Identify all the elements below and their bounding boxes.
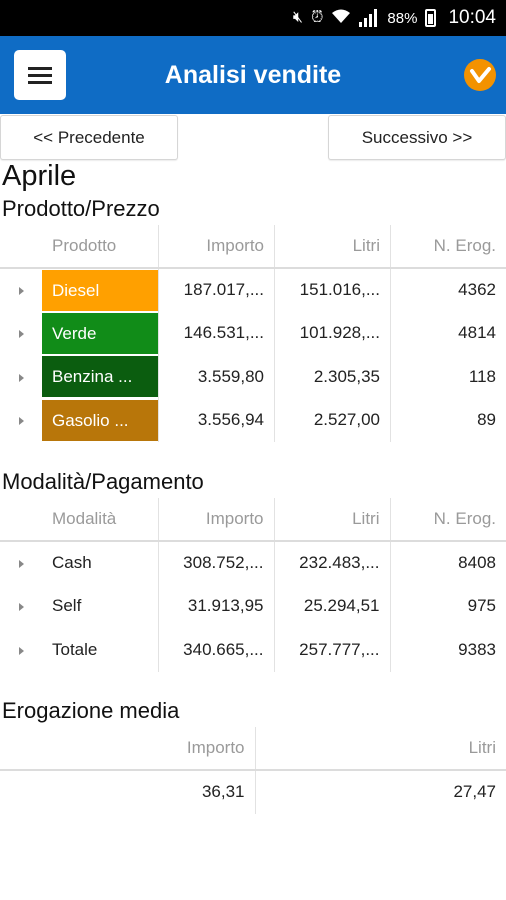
- expand-arrow-icon[interactable]: [0, 268, 42, 312]
- expand-arrow-icon[interactable]: [0, 541, 42, 585]
- expand-arrow-icon[interactable]: [0, 399, 42, 443]
- importo-cell: 36,31: [201, 782, 245, 802]
- litri-cell: 257.777,...: [273, 628, 390, 672]
- column-header-modalita: Modalità: [52, 509, 117, 528]
- modalita-cell: Cash: [52, 553, 92, 573]
- litri-cell: 151.016,...: [274, 268, 391, 312]
- erogazione-table: Importo Litri 36,31 27,47: [0, 727, 506, 814]
- litri-cell: 101.928,...: [274, 311, 391, 355]
- product-cell: Benzina ...: [42, 355, 159, 399]
- product-chip: Gasolio ...: [42, 399, 158, 441]
- nerog-cell: 118: [390, 355, 506, 399]
- product-cell: Gasolio ...: [42, 399, 159, 443]
- nerog-cell: 975: [389, 584, 506, 628]
- table-row[interactable]: Diesel 187.017,... 151.016,... 4362: [0, 268, 506, 312]
- period-title: Aprile: [2, 160, 77, 192]
- column-header-nerog: N. Erog.: [390, 225, 506, 268]
- column-header-nerog: N. Erog.: [389, 498, 506, 541]
- column-header-importo: Importo: [186, 738, 245, 757]
- table-row[interactable]: Verde 146.531,... 101.928,... 4814: [0, 311, 506, 356]
- table-row: 36,31 27,47: [0, 770, 506, 814]
- table-row[interactable]: Cash 308.752,... 232.483,... 8408: [0, 541, 506, 585]
- expand-arrow-icon[interactable]: [0, 628, 42, 672]
- section-title-erogazione: Erogazione media: [2, 698, 180, 723]
- column-header-litri: Litri: [273, 498, 390, 541]
- expand-arrow-icon[interactable]: [0, 355, 42, 399]
- section-title-modalita: Modalità/Pagamento: [2, 469, 204, 494]
- column-header-litri: Litri: [274, 225, 391, 268]
- modalita-table: Modalità Importo Litri N. Erog. Cash 308…: [0, 498, 506, 672]
- importo-cell: 187.017,...: [158, 268, 275, 312]
- importo-cell: 308.752,...: [157, 541, 274, 585]
- battery-icon: [425, 9, 437, 27]
- signal-icon: [359, 9, 379, 27]
- column-header-importo: Importo: [157, 498, 274, 541]
- modalita-cell: Self: [52, 596, 82, 616]
- column-header-prodotto: Prodotto: [52, 236, 117, 255]
- status-icons: 🔇︎ ⏰︎ 88% 10:04: [293, 0, 496, 36]
- importo-cell: 31.913,95: [157, 584, 274, 628]
- app-title: Analisi vendite: [164, 61, 342, 89]
- wifi-icon: [331, 8, 351, 29]
- product-chip: Verde: [42, 312, 158, 354]
- clock: 10:04: [448, 7, 496, 28]
- litri-cell: 25.294,51: [273, 584, 390, 628]
- product-chip: Diesel: [42, 269, 158, 311]
- column-header-importo: Importo: [158, 225, 275, 268]
- menu-button[interactable]: [14, 50, 66, 100]
- hamburger-icon: [28, 66, 52, 70]
- table-row[interactable]: Gasolio ... 3.556,94 2.527,00 89: [0, 398, 506, 443]
- litri-cell: 2.527,00: [274, 398, 391, 442]
- brand-logo-icon[interactable]: [464, 59, 496, 91]
- nerog-cell: 4814: [390, 311, 506, 355]
- nerog-cell: 89: [390, 398, 506, 442]
- section-title-prodotto: Prodotto/Prezzo: [2, 196, 160, 221]
- prodotto-table: Prodotto Importo Litri N. Erog. Diesel 1…: [0, 225, 506, 442]
- previous-button[interactable]: << Precedente: [0, 115, 178, 160]
- battery-percent: 88%: [387, 9, 418, 27]
- table-row[interactable]: Self 31.913,95 25.294,51 975: [0, 584, 506, 629]
- importo-cell: 146.531,...: [158, 311, 275, 355]
- next-button[interactable]: Successivo >>: [328, 115, 506, 160]
- hamburger-line: [28, 73, 52, 77]
- arrow-header: [0, 498, 42, 541]
- product-cell: Verde: [42, 312, 159, 356]
- product-cell: Diesel: [42, 268, 159, 312]
- importo-cell: 3.559,80: [158, 355, 275, 399]
- alarm-icon: ⏰︎: [310, 9, 324, 26]
- importo-cell: 3.556,94: [158, 398, 275, 442]
- litri-cell: 2.305,35: [274, 355, 391, 399]
- product-chip: Benzina ...: [42, 356, 158, 398]
- nerog-cell: 8408: [389, 541, 506, 585]
- litri-cell: 232.483,...: [273, 541, 390, 585]
- column-header-litri: Litri: [254, 727, 506, 770]
- expand-arrow-icon[interactable]: [0, 585, 42, 629]
- mute-icon: 🔇︎: [292, 9, 303, 26]
- app-bar: Analisi vendite: [0, 36, 506, 114]
- litri-cell: 27,47: [254, 770, 506, 814]
- table-row[interactable]: Benzina ... 3.559,80 2.305,35 118: [0, 355, 506, 399]
- arrow-header: [0, 225, 42, 268]
- modalita-cell: Totale: [52, 639, 98, 659]
- nerog-cell: 9383: [389, 628, 506, 672]
- hamburger-line: [28, 80, 52, 84]
- table-row[interactable]: Totale 340.665,... 257.777,... 9383: [0, 628, 506, 672]
- nerog-cell: 4362: [390, 268, 506, 312]
- status-bar: 🔇︎ ⏰︎ 88% 10:04: [0, 0, 506, 36]
- expand-arrow-icon[interactable]: [0, 312, 42, 356]
- importo-cell: 340.665,...: [157, 628, 274, 672]
